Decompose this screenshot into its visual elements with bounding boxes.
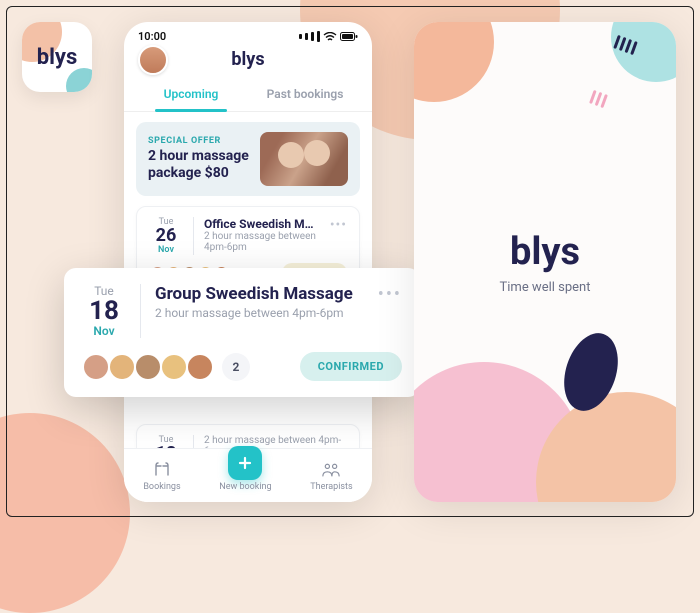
- booking-title: Office Sweedish Massage: [204, 217, 320, 231]
- participant-avatar: [108, 353, 136, 381]
- participant-more[interactable]: 2: [222, 353, 250, 381]
- bottom-nav: Bookings New booking Therapists: [124, 448, 372, 502]
- splash-brand: blys: [510, 230, 580, 274]
- phone-mock: 10:00 blys Upcoming Past bookings SPECIA…: [124, 22, 372, 502]
- detail-date: Tue 18 Nov: [82, 284, 126, 338]
- splash-screen: blys Time well spent: [414, 22, 676, 502]
- offer-title: 2 hour massage package $80: [148, 148, 252, 183]
- header-brand: blys: [231, 49, 264, 70]
- nav-label: Therapists: [310, 482, 352, 492]
- more-icon[interactable]: •••: [378, 284, 402, 338]
- participant-avatar: [186, 353, 214, 381]
- booking-detail-card[interactable]: Tue 18 Nov Group Sweedish Massage 2 hour…: [64, 268, 420, 397]
- therapists-icon: [321, 460, 341, 480]
- divider: [140, 284, 141, 338]
- offer-image: [260, 132, 348, 186]
- status-badge: CONFIRMED: [300, 352, 402, 381]
- booking-sub: 2 hour massage between 4pm-6pm: [204, 231, 320, 253]
- detail-day: 18: [82, 298, 126, 324]
- more-icon[interactable]: •••: [330, 217, 347, 255]
- avatar[interactable]: [138, 45, 168, 75]
- detail-title: Group Sweedish Massage: [155, 284, 364, 304]
- nav-bookings[interactable]: Bookings: [143, 460, 180, 492]
- booking-month: Nov: [149, 245, 183, 255]
- app-header: blys: [124, 45, 372, 78]
- tab-upcoming[interactable]: Upcoming: [134, 78, 248, 111]
- battery-icon: [340, 32, 358, 41]
- booking-day: 26: [149, 227, 183, 245]
- tab-past[interactable]: Past bookings: [248, 78, 362, 111]
- offer-label: SPECIAL OFFER: [148, 136, 252, 146]
- plus-icon: [228, 446, 262, 480]
- detail-month: Nov: [82, 324, 126, 338]
- status-icons: [299, 31, 358, 42]
- bookings-icon: [152, 460, 172, 480]
- participant-avatar: [82, 353, 110, 381]
- nav-label: New booking: [219, 482, 271, 492]
- nav-new-booking[interactable]: New booking: [219, 460, 271, 492]
- app-icon-brand: blys: [37, 45, 78, 70]
- divider: [193, 217, 194, 255]
- participant-avatar: [160, 353, 188, 381]
- wifi-icon: [323, 32, 337, 42]
- nav-therapists[interactable]: Therapists: [310, 460, 352, 492]
- bg-shape: [0, 413, 130, 613]
- offer-card[interactable]: SPECIAL OFFER 2 hour massage package $80: [136, 122, 360, 196]
- detail-sub: 2 hour massage between 4pm-6pm: [155, 306, 364, 320]
- booking-date: Tue 26 Nov: [149, 217, 183, 255]
- tabs: Upcoming Past bookings: [124, 78, 372, 112]
- nav-label: Bookings: [143, 482, 180, 492]
- app-icon[interactable]: blys: [22, 22, 92, 92]
- status-bar: 10:00: [124, 22, 372, 45]
- splash-tagline: Time well spent: [500, 280, 591, 295]
- status-time: 10:00: [138, 30, 166, 43]
- participant-avatar: [134, 353, 162, 381]
